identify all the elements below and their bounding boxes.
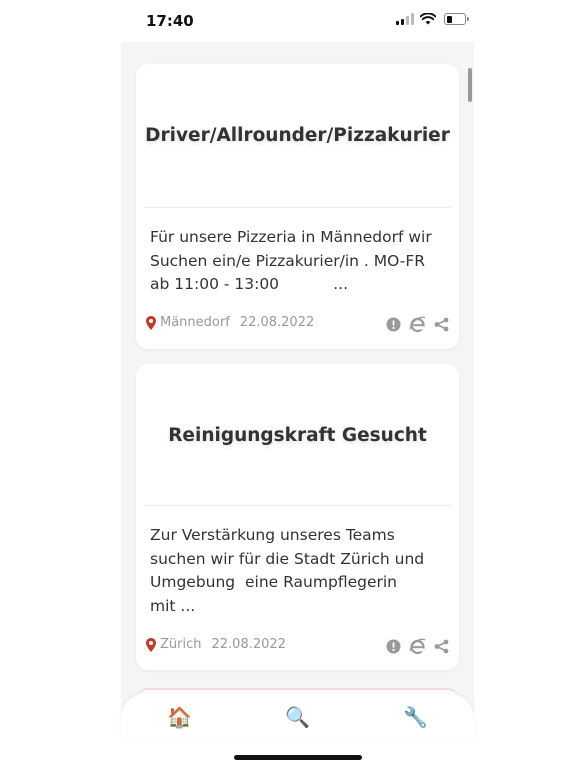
job-meta: Zürich 22.08.2022 (146, 637, 286, 652)
battery-icon (444, 13, 469, 25)
share-icon[interactable] (434, 639, 449, 654)
divider (144, 207, 451, 208)
status-bar: 17:40 (0, 0, 576, 42)
job-actions (386, 638, 449, 655)
wifi-icon (420, 13, 436, 25)
job-title: Driver/Allrounder/Pizzakurier (145, 125, 450, 146)
job-title: Reinigungskraft Gesucht (168, 425, 427, 446)
location-pin-icon (146, 637, 156, 652)
phone-screen: 17:40 Driver/Allrounder/Pizzakurier Für … (0, 0, 576, 768)
share-icon[interactable] (434, 317, 449, 332)
job-location: Männedorf (160, 315, 230, 330)
job-description: Zur Verstärkung unseres Teams suchen wir… (150, 526, 425, 615)
browser-icon[interactable] (409, 638, 426, 655)
divider (144, 505, 451, 506)
job-card[interactable]: Reinigungskraft Gesucht Zur Verstärkung … (136, 364, 459, 670)
job-date: 22.08.2022 (211, 637, 286, 652)
job-meta: Männedorf 22.08.2022 (146, 315, 314, 330)
search-icon[interactable]: 🔍 (285, 706, 310, 728)
job-card-header: Reinigungskraft Gesucht (136, 364, 459, 507)
settings-icon[interactable]: 🔧 (403, 706, 428, 728)
home-indicator (234, 755, 362, 760)
home-icon[interactable]: 🏠 (167, 706, 192, 728)
scrollbar[interactable] (468, 68, 472, 102)
report-icon[interactable] (386, 317, 401, 332)
bottom-navigation: 🏠 🔍 🔧 (121, 694, 474, 740)
job-date: 22.08.2022 (239, 315, 315, 330)
status-time: 17:40 (146, 12, 194, 30)
job-card[interactable]: Driver/Allrounder/Pizzakurier Für unsere… (136, 64, 459, 349)
job-card-header: Driver/Allrounder/Pizzakurier (136, 64, 459, 207)
job-description: Für unsere Pizzeria in Männedorf wir Suc… (150, 228, 432, 293)
signal-icon (396, 13, 414, 25)
job-location: Zürich (160, 637, 202, 652)
browser-icon[interactable] (409, 316, 426, 333)
status-icons (396, 13, 469, 25)
job-actions (386, 316, 449, 333)
report-icon[interactable] (386, 639, 401, 654)
location-pin-icon (146, 315, 156, 330)
